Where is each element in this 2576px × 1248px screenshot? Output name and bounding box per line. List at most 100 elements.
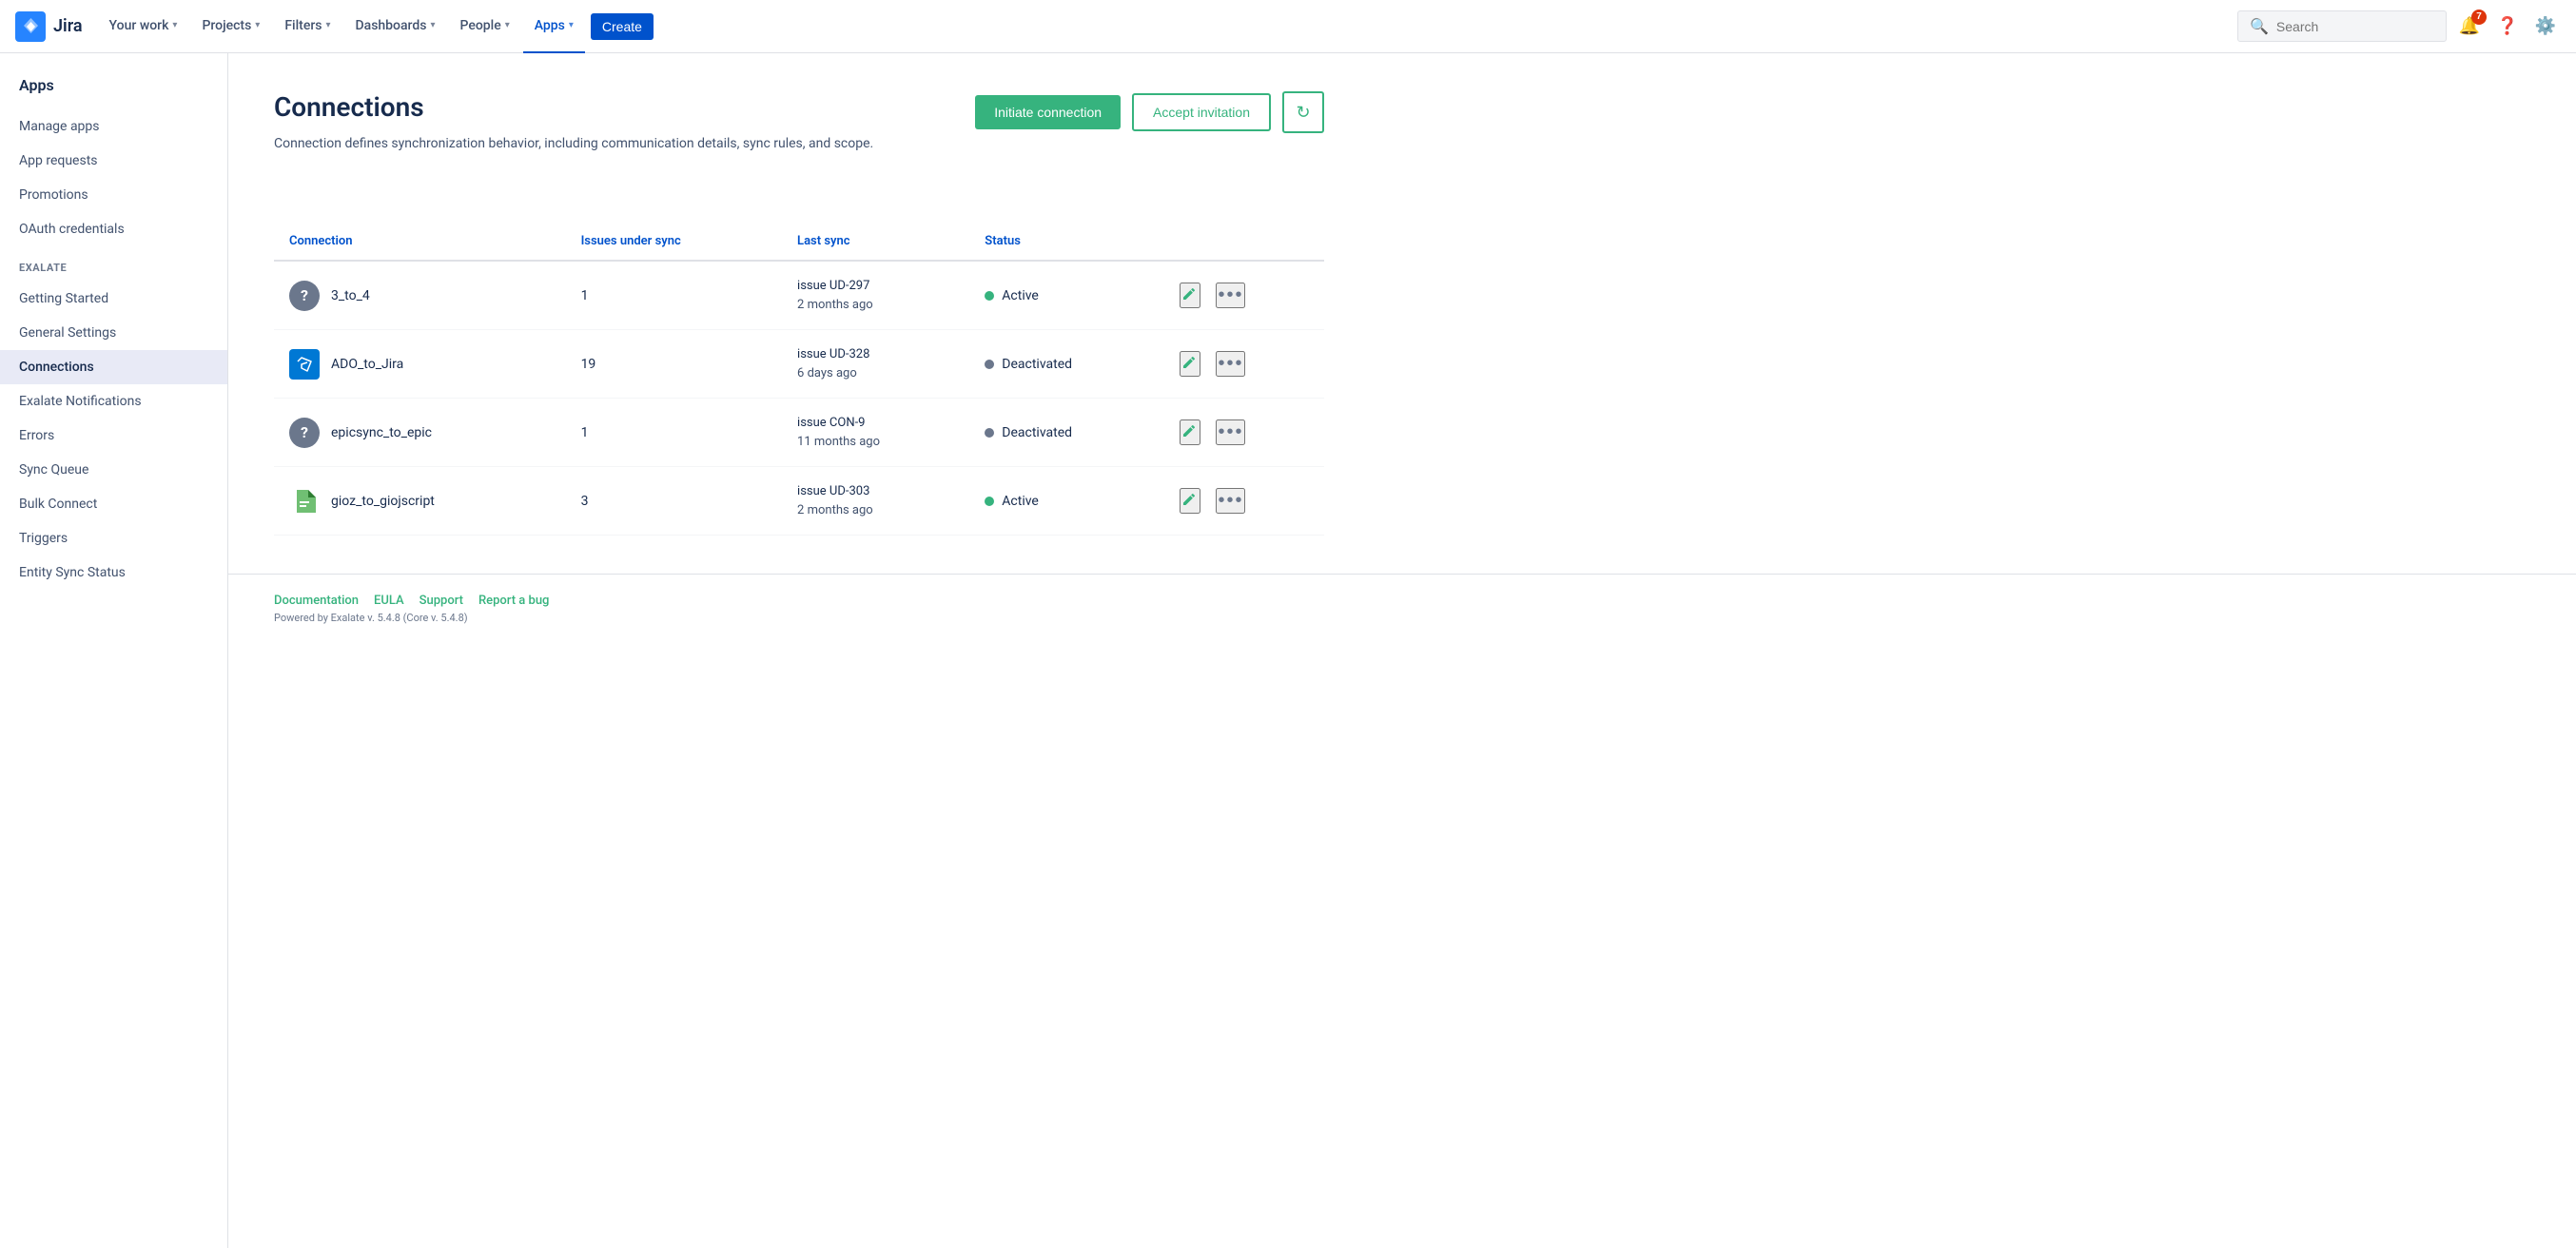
footer-link-documentation[interactable]: Documentation <box>274 594 359 608</box>
connection-icon: ? <box>289 281 320 311</box>
status-label: Deactivated <box>1002 425 1072 440</box>
search-input[interactable] <box>2276 19 2434 34</box>
table-row: ? epicsync_to_epic 1 issue CON-9 11 mont… <box>274 399 1324 467</box>
edit-button[interactable] <box>1180 488 1200 514</box>
sidebar-item-connections[interactable]: Connections <box>0 350 227 384</box>
initiate-connection-button[interactable]: Initiate connection <box>975 95 1121 129</box>
issues-count: 1 <box>566 399 782 467</box>
last-sync-issue: issue UD-328 <box>797 345 954 364</box>
last-sync-cell: issue CON-9 11 months ago <box>797 414 954 451</box>
connection-name: ADO_to_Jira <box>331 357 403 372</box>
nav-your-work[interactable]: Your work ▾ <box>98 0 189 53</box>
refresh-button[interactable]: ↻ <box>1282 91 1324 133</box>
notifications-button[interactable]: 🔔 7 <box>2454 11 2485 42</box>
connection-name: epicsync_to_epic <box>331 425 432 440</box>
page-description: Connection defines synchronization behav… <box>274 134 940 154</box>
chevron-icon: ▾ <box>255 20 260 30</box>
sidebar-item-errors[interactable]: Errors <box>0 419 227 453</box>
sidebar-item-bulk-connect[interactable]: Bulk Connect <box>0 487 227 521</box>
last-sync-cell: issue UD-328 6 days ago <box>797 345 954 382</box>
col-actions <box>1164 223 1324 261</box>
status-dot-active <box>985 497 994 506</box>
connections-table: Connection Issues under sync Last sync S… <box>274 223 1324 536</box>
sidebar-item-entity-sync-status[interactable]: Entity Sync Status <box>0 556 227 590</box>
nav-dashboards[interactable]: Dashboards ▾ <box>344 0 447 53</box>
last-sync-ago: 2 months ago <box>797 296 954 315</box>
issues-count: 1 <box>566 261 782 330</box>
table-body: ? 3_to_4 1 issue UD-297 2 months ago Act… <box>274 261 1324 536</box>
sidebar-item-oauth[interactable]: OAuth credentials <box>0 212 227 246</box>
status-label: Active <box>1002 288 1039 303</box>
more-button[interactable]: ••• <box>1216 488 1245 514</box>
nav-projects[interactable]: Projects ▾ <box>190 0 271 53</box>
last-sync-cell: issue UD-303 2 months ago <box>797 482 954 519</box>
nav-filters[interactable]: Filters ▾ <box>273 0 342 53</box>
connection-name-cell: ? 3_to_4 <box>289 281 551 311</box>
edit-button[interactable] <box>1180 351 1200 377</box>
powered-by: Powered by Exalate v. 5.4.8 (Core v. 5.4… <box>274 612 2530 624</box>
nav-people[interactable]: People ▾ <box>449 0 521 53</box>
topnav-right: 🔍 🔔 7 ❓ ⚙️ <box>2237 10 2561 42</box>
connection-name-cell: gioz_to_giojscript <box>289 486 551 517</box>
chevron-icon: ▾ <box>172 20 177 30</box>
logo[interactable]: Jira <box>15 11 83 42</box>
footer-link-eula[interactable]: EULA <box>374 594 404 608</box>
app-layout: Apps Manage apps App requests Promotions… <box>0 53 2576 1248</box>
footer-link-report-bug[interactable]: Report a bug <box>478 594 549 608</box>
connection-name: 3_to_4 <box>331 288 370 303</box>
last-sync-issue: issue UD-297 <box>797 277 954 296</box>
chevron-icon: ▾ <box>505 20 510 30</box>
edit-icon <box>1181 490 1199 507</box>
last-sync-ago: 6 days ago <box>797 364 954 383</box>
settings-button[interactable]: ⚙️ <box>2530 11 2561 42</box>
chevron-icon: ▾ <box>430 20 435 30</box>
action-cell: ••• <box>1180 488 1309 514</box>
connection-icon: ? <box>289 418 320 448</box>
logo-text: Jira <box>53 16 83 36</box>
main-nav: Your work ▾ Projects ▾ Filters ▾ Dashboa… <box>98 0 2230 53</box>
help-button[interactable]: ❓ <box>2492 11 2523 42</box>
sidebar-item-triggers[interactable]: Triggers <box>0 521 227 556</box>
sidebar-item-app-requests[interactable]: App requests <box>0 144 227 178</box>
edit-button[interactable] <box>1180 283 1200 308</box>
sidebar-item-exalate-notifications[interactable]: Exalate Notifications <box>0 384 227 419</box>
connection-icon <box>289 486 320 517</box>
sidebar-item-manage-apps[interactable]: Manage apps <box>0 109 227 144</box>
last-sync-ago: 2 months ago <box>797 501 954 520</box>
sidebar-item-promotions[interactable]: Promotions <box>0 178 227 212</box>
accept-invitation-button[interactable]: Accept invitation <box>1132 93 1271 131</box>
sidebar-item-getting-started[interactable]: Getting Started <box>0 282 227 316</box>
header-left: Connections Connection defines synchroni… <box>274 91 975 185</box>
page-header: Connections Connection defines synchroni… <box>274 91 1324 185</box>
action-buttons: Initiate connection Accept invitation ↻ <box>975 91 1324 133</box>
sidebar-item-sync-queue[interactable]: Sync Queue <box>0 453 227 487</box>
connection-icon <box>289 349 320 380</box>
page-footer: Documentation EULA Support Report a bug … <box>228 574 2576 643</box>
more-button[interactable]: ••• <box>1216 283 1245 308</box>
last-sync-ago: 11 months ago <box>797 433 954 452</box>
sidebar-item-general-settings[interactable]: General Settings <box>0 316 227 350</box>
more-button[interactable]: ••• <box>1216 351 1245 377</box>
col-last-sync: Last sync <box>782 223 969 261</box>
action-cell: ••• <box>1180 283 1309 308</box>
edit-icon <box>1181 421 1199 439</box>
sidebar-section-exalate: EXALATE <box>0 246 227 282</box>
last-sync-issue: issue CON-9 <box>797 414 954 433</box>
more-button[interactable]: ••• <box>1216 419 1245 445</box>
status-cell: Active <box>985 288 1149 303</box>
footer-link-support[interactable]: Support <box>420 594 463 608</box>
gear-icon: ⚙️ <box>2535 16 2556 36</box>
table-row: ? 3_to_4 1 issue UD-297 2 months ago Act… <box>274 261 1324 330</box>
edit-button[interactable] <box>1180 419 1200 445</box>
create-button[interactable]: Create <box>591 13 654 40</box>
chevron-icon: ▾ <box>325 20 330 30</box>
main-content-area: Connections Connection defines synchroni… <box>228 53 2576 1248</box>
last-sync-issue: issue UD-303 <box>797 482 954 501</box>
page-title: Connections <box>274 91 975 123</box>
footer-links: Documentation EULA Support Report a bug <box>274 594 2530 608</box>
nav-apps[interactable]: Apps ▾ <box>523 0 585 53</box>
status-dot-inactive <box>985 428 994 438</box>
chevron-icon: ▾ <box>569 20 574 30</box>
notification-badge: 7 <box>2471 10 2487 25</box>
search-box[interactable]: 🔍 <box>2237 10 2447 42</box>
